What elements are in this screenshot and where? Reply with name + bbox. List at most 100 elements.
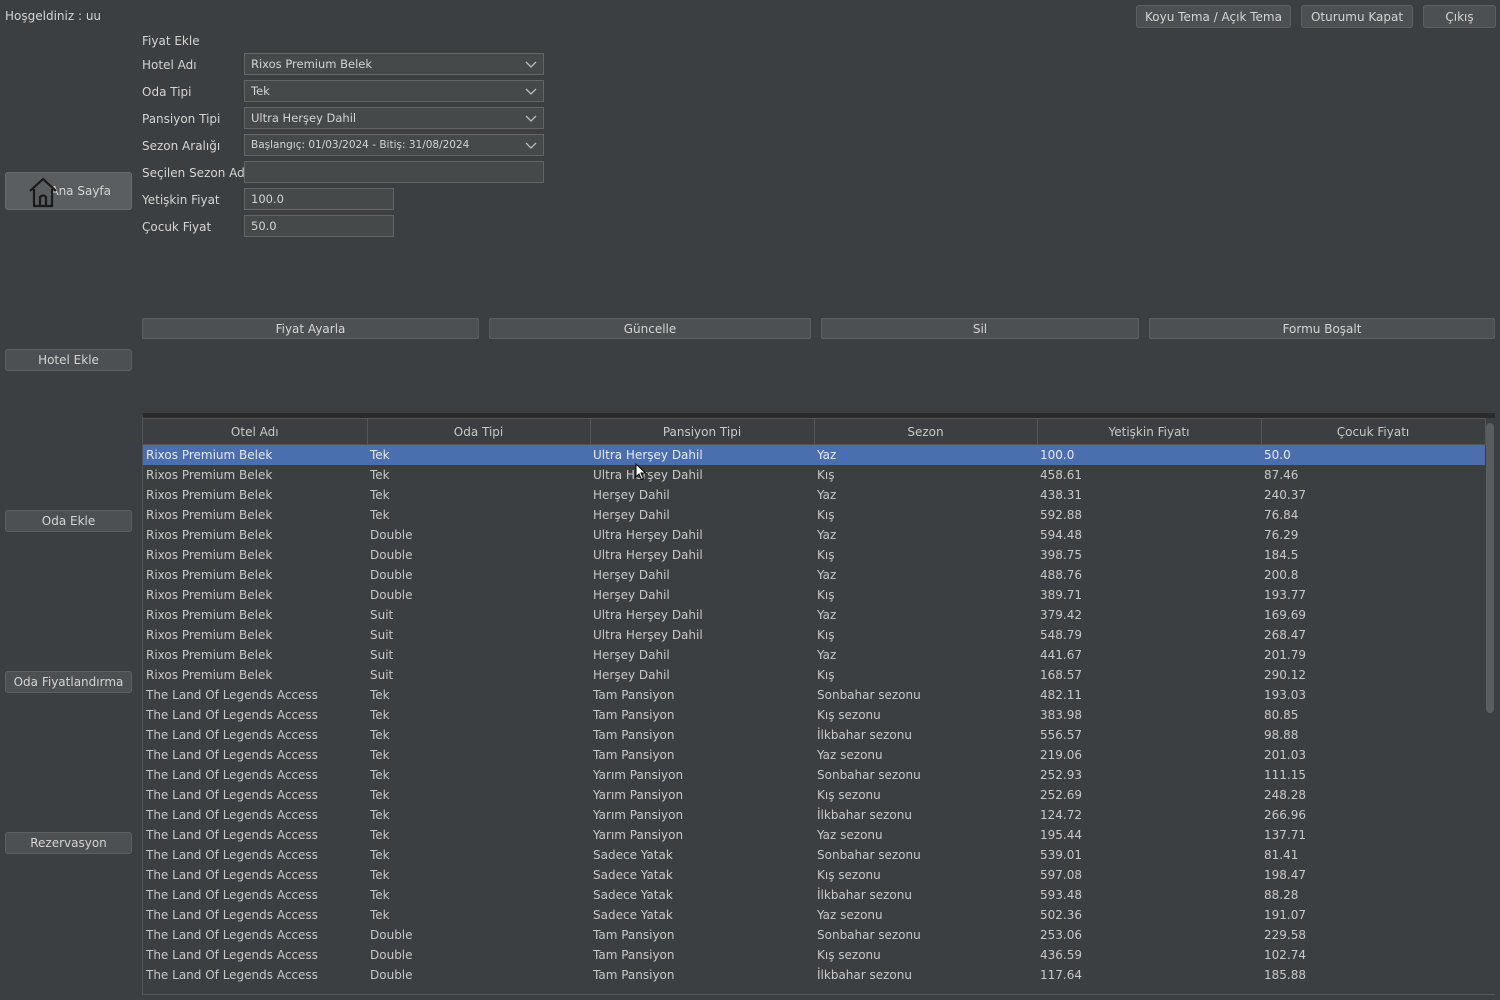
table-cell: Ultra Herşey Dahil bbox=[593, 627, 703, 642]
table-cell: The Land Of Legends Access bbox=[146, 767, 318, 782]
table-row[interactable]: The Land Of Legends Access Tek Yarım Pansi… bbox=[143, 825, 1485, 845]
delete-button[interactable]: Sil bbox=[821, 318, 1139, 339]
table-cell: Yaz bbox=[817, 647, 837, 662]
column-header[interactable]: Sezon bbox=[814, 418, 1038, 445]
table-cell: 248.28 bbox=[1264, 787, 1306, 802]
table-body[interactable]: Rixos Premium Belek Tek Ultra Herşey Dahil… bbox=[143, 444, 1485, 985]
table-cell: 436.59 bbox=[1040, 947, 1082, 962]
table-row[interactable]: Rixos Premium Belek Suit Herşey Dahil Kış 16… bbox=[143, 665, 1485, 685]
table-row[interactable]: Rixos Premium Belek Double Herşey Dahil Yaz… bbox=[143, 565, 1485, 585]
table-row[interactable]: The Land Of Legends Access Tek Yarım Pansi… bbox=[143, 785, 1485, 805]
table-row[interactable]: The Land Of Legends Access Tek Yarım Pansi… bbox=[143, 805, 1485, 825]
table-cell: Yaz bbox=[814, 444, 1037, 465]
column-header[interactable]: Oda Tipi bbox=[367, 418, 591, 445]
table-row[interactable]: Rixos Premium Belek Tek Ultra Herşey Dahil… bbox=[143, 444, 1485, 465]
table-cell: Tek bbox=[370, 747, 390, 762]
child-price-field[interactable]: 50.0 bbox=[244, 215, 394, 237]
table-cell: 548.79 bbox=[1040, 627, 1082, 642]
table-cell: Herşey Dahil bbox=[593, 667, 670, 682]
table-cell: Herşey Dahil bbox=[593, 567, 670, 582]
table-row[interactable]: Rixos Premium Belek Double Ultra Herşey Da… bbox=[143, 545, 1485, 565]
form-title: Fiyat Ekle bbox=[142, 34, 200, 48]
hotel-select[interactable]: Rixos Premium Belek bbox=[244, 53, 544, 75]
table-row[interactable]: The Land Of Legends Access Tek Sadece Yata… bbox=[143, 905, 1485, 925]
table-cell: Suit bbox=[370, 667, 394, 682]
table-cell: 169.69 bbox=[1264, 607, 1306, 622]
table-row[interactable]: The Land Of Legends Access Double Tam Pans… bbox=[143, 945, 1485, 965]
table-cell: The Land Of Legends Access bbox=[146, 947, 318, 962]
table-row[interactable]: The Land Of Legends Access Tek Tam Pansiyo… bbox=[143, 725, 1485, 745]
table-cell: 201.79 bbox=[1264, 647, 1306, 662]
table-cell: İlkbahar sezonu bbox=[817, 967, 912, 982]
table-row[interactable]: The Land Of Legends Access Double Tam Pans… bbox=[143, 965, 1485, 985]
table-cell: 88.28 bbox=[1264, 887, 1299, 902]
season-range-label: Sezon Aralığı bbox=[142, 139, 221, 153]
column-header[interactable]: Otel Adı bbox=[143, 418, 368, 445]
table-row[interactable]: Rixos Premium Belek Tek Ultra Herşey Dahil… bbox=[143, 465, 1485, 485]
table-row[interactable]: The Land Of Legends Access Tek Tam Pansiyo… bbox=[143, 705, 1485, 725]
table-cell: The Land Of Legends Access bbox=[146, 707, 318, 722]
season-name-label: Seçilen Sezon Adı bbox=[142, 166, 249, 180]
table-row[interactable]: The Land Of Legends Access Tek Sadece Yata… bbox=[143, 845, 1485, 865]
table-cell: 168.57 bbox=[1040, 667, 1082, 682]
table-cell: Yaz bbox=[817, 527, 837, 542]
table-cell: Yarım Pansiyon bbox=[593, 827, 684, 842]
table-row[interactable]: Rixos Premium Belek Tek Herşey Dahil Kış 592… bbox=[143, 505, 1485, 525]
update-button[interactable]: Güncelle bbox=[489, 318, 811, 339]
table-cell: 50.0 bbox=[1261, 444, 1485, 465]
table-scrollbar[interactable] bbox=[1486, 423, 1494, 713]
table-cell: Rixos Premium Belek bbox=[146, 547, 273, 562]
reservation-button[interactable]: Rezervasyon bbox=[5, 832, 132, 854]
table-row[interactable]: The Land Of Legends Access Tek Sadece Yata… bbox=[143, 885, 1485, 905]
table-cell: Sadece Yatak bbox=[593, 867, 673, 882]
room-type-select[interactable]: Tek bbox=[244, 80, 544, 102]
board-type-select[interactable]: Ultra Herşey Dahil bbox=[244, 107, 544, 129]
column-header[interactable]: Çocuk Fiyatı bbox=[1261, 418, 1486, 445]
table-row[interactable]: The Land Of Legends Access Double Tam Pans… bbox=[143, 925, 1485, 945]
table-row[interactable]: Rixos Premium Belek Double Herşey Dahil Kış… bbox=[143, 585, 1485, 605]
table-row[interactable]: Rixos Premium Belek Tek Herşey Dahil Yaz 438… bbox=[143, 485, 1485, 505]
table-cell: 193.03 bbox=[1264, 687, 1306, 702]
table-cell: İlkbahar sezonu bbox=[817, 887, 912, 902]
room-pricing-button[interactable]: Oda Fiyatlandırma bbox=[5, 671, 132, 693]
table-row[interactable]: The Land Of Legends Access Tek Tam Pansiyo… bbox=[143, 685, 1485, 705]
table-cell: Rixos Premium Belek bbox=[146, 587, 273, 602]
price-table[interactable]: Otel Adı Oda Tipi Pansiyon Tipi Sezon Yetişk… bbox=[142, 413, 1495, 995]
table-cell: 597.08 bbox=[1040, 867, 1082, 882]
table-cell: Tek bbox=[370, 887, 390, 902]
set-price-button[interactable]: Fiyat Ayarla bbox=[142, 318, 479, 339]
room-add-button[interactable]: Oda Ekle bbox=[5, 510, 132, 532]
table-row[interactable]: The Land Of Legends Access Tek Tam Pansiyo… bbox=[143, 745, 1485, 765]
home-button[interactable]: Ana Sayfa bbox=[5, 172, 132, 210]
column-header[interactable]: Pansiyon Tipi bbox=[590, 418, 815, 445]
column-header[interactable]: Yetişkin Fiyatı bbox=[1037, 418, 1262, 445]
table-row[interactable]: Rixos Premium Belek Suit Herşey Dahil Yaz 44… bbox=[143, 645, 1485, 665]
child-price-label: Çocuk Fiyat bbox=[142, 220, 212, 234]
season-name-field[interactable] bbox=[244, 161, 544, 183]
adult-price-field[interactable]: 100.0 bbox=[244, 188, 394, 210]
table-cell: Kış sezonu bbox=[817, 947, 881, 962]
table-cell: Tek bbox=[370, 867, 390, 882]
season-range-select[interactable]: Başlangıç: 01/03/2024 - Bitiş: 31/08/202… bbox=[244, 134, 544, 156]
table-row[interactable]: Rixos Premium Belek Double Ultra Herşey Da… bbox=[143, 525, 1485, 545]
table-cell: Rixos Premium Belek bbox=[146, 607, 273, 622]
table-row[interactable]: Rixos Premium Belek Suit Ultra Herşey Dahi… bbox=[143, 625, 1485, 645]
room-type-select-value: Tek bbox=[251, 84, 270, 98]
table-row[interactable]: The Land Of Legends Access Tek Sadece Yata… bbox=[143, 865, 1485, 885]
clear-form-button[interactable]: Formu Boşalt bbox=[1149, 318, 1495, 339]
logout-button[interactable]: Oturumu Kapat bbox=[1301, 5, 1413, 28]
table-cell: Tek bbox=[370, 687, 390, 702]
table-cell: Tek bbox=[370, 707, 390, 722]
theme-toggle-button[interactable]: Koyu Tema / Açık Tema bbox=[1136, 5, 1291, 28]
table-cell: 253.06 bbox=[1040, 927, 1082, 942]
table-cell: Tek bbox=[370, 467, 390, 482]
table-row[interactable]: The Land Of Legends Access Tek Yarım Pansi… bbox=[143, 765, 1485, 785]
chevron-down-icon bbox=[525, 115, 537, 122]
table-cell: Ultra Herşey Dahil bbox=[593, 527, 703, 542]
hotel-add-button[interactable]: Hotel Ekle bbox=[5, 349, 132, 371]
table-row[interactable]: Rixos Premium Belek Suit Ultra Herşey Dahi… bbox=[143, 605, 1485, 625]
table-cell: 229.58 bbox=[1264, 927, 1306, 942]
exit-button[interactable]: Çıkış bbox=[1423, 5, 1496, 28]
welcome-label: Hoşgeldiniz : uu bbox=[5, 9, 102, 23]
table-cell: Tam Pansiyon bbox=[593, 747, 675, 762]
